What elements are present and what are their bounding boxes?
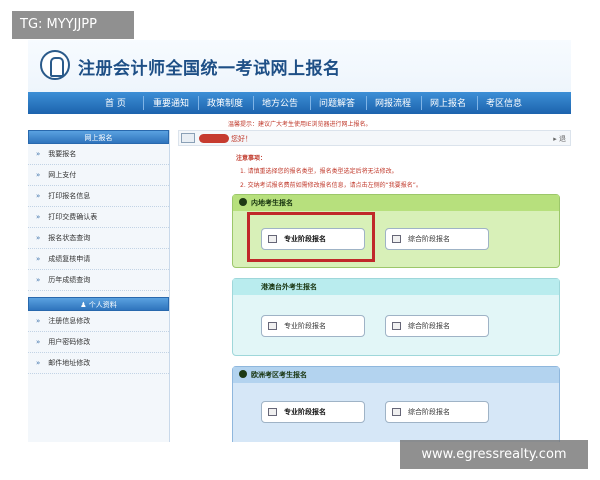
panel-europe: 欧洲考区考生报名 专业阶段报名 综合阶段报名 bbox=[232, 366, 560, 442]
sidebar-item-change-email[interactable]: » 邮件地址修改 bbox=[28, 353, 169, 374]
sidebar-item-print-registration[interactable]: » 打印报名信息 bbox=[28, 186, 169, 207]
sidebar-item-score-review[interactable]: » 成绩复核申请 bbox=[28, 249, 169, 270]
sidebar-section-profile: ♟ 个人资料 bbox=[28, 297, 169, 311]
nav-divider bbox=[198, 96, 199, 110]
sidebar-item-edit-registration[interactable]: » 注册信息修改 bbox=[28, 311, 169, 332]
nav-local-announcements[interactable]: 地方公告 bbox=[262, 96, 298, 109]
professional-stage-button[interactable]: 专业阶段报名 bbox=[261, 401, 365, 423]
user-icon: ♟ bbox=[80, 301, 89, 309]
form-icon bbox=[392, 235, 401, 243]
chevron-right-icon: » bbox=[36, 192, 41, 200]
chevron-right-icon: » bbox=[36, 359, 41, 367]
sidebar-item-score-history[interactable]: » 历年成绩查询 bbox=[28, 270, 169, 291]
tip-item: 2. 交纳考试报名费前如需修改报名信息，请点击左侧的“我要报名”。 bbox=[240, 182, 422, 189]
panel-title: 欧洲考区考生报名 bbox=[251, 371, 307, 379]
sidebar-item-label: 成绩复核申请 bbox=[48, 255, 91, 263]
sidebar-item-label: 历年成绩查询 bbox=[48, 276, 91, 284]
browser-notice: 温馨提示：建议广大考生使用IE浏览器进行网上报名。 bbox=[228, 121, 372, 128]
panel-mainland: 内地考生报名 专业阶段报名 综合阶段报名 bbox=[232, 194, 560, 268]
sidebar: 网上报名 » 我要报名 » 网上支付 » 打印报名信息 » 打印交费确认表 » 报名状态查… bbox=[28, 130, 170, 442]
chevron-right-icon: » bbox=[36, 234, 41, 242]
site-header: 注册会计师全国统一考试网上报名 bbox=[28, 40, 571, 92]
site-title: 注册会计师全国统一考试网上报名 bbox=[78, 59, 341, 79]
nav-divider bbox=[477, 96, 478, 110]
greeting-bar: 您好！ ▸ 退 bbox=[178, 130, 571, 146]
sidebar-item-register[interactable]: » 我要报名 bbox=[28, 144, 169, 165]
nav-divider bbox=[253, 96, 254, 110]
sidebar-section-registration: 网上报名 bbox=[28, 130, 169, 144]
nav-home[interactable]: 首 页 bbox=[105, 96, 126, 109]
chevron-right-icon: » bbox=[36, 338, 41, 346]
sidebar-item-status-query[interactable]: » 报名状态查询 bbox=[28, 228, 169, 249]
chevron-right-icon: » bbox=[36, 255, 41, 263]
main-nav: 首 页 重要通知 政策制度 地方公告 问题解答 网报流程 网上报名 考区信息 bbox=[28, 92, 571, 114]
sidebar-item-label: 邮件地址修改 bbox=[48, 359, 91, 367]
comprehensive-stage-button[interactable]: 综合阶段报名 bbox=[385, 401, 489, 423]
button-label: 综合阶段报名 bbox=[408, 322, 450, 330]
user-card-icon bbox=[181, 133, 195, 143]
comprehensive-stage-button[interactable]: 综合阶段报名 bbox=[385, 315, 489, 337]
circle-arrow-icon bbox=[239, 370, 247, 378]
sidebar-item-print-payment-confirmation[interactable]: » 打印交费确认表 bbox=[28, 207, 169, 228]
sidebar-item-change-password[interactable]: » 用户密码修改 bbox=[28, 332, 169, 353]
sidebar-item-label: 网上支付 bbox=[48, 171, 77, 179]
button-label: 综合阶段报名 bbox=[408, 235, 450, 243]
sidebar-item-label: 用户密码修改 bbox=[48, 338, 91, 346]
sidebar-item-label: 我要报名 bbox=[48, 150, 77, 158]
sidebar-item-label: 报名状态查询 bbox=[48, 234, 91, 242]
nav-process[interactable]: 网报流程 bbox=[375, 96, 411, 109]
sidebar-section-label: 个人资料 bbox=[88, 301, 117, 309]
panel-header: 港澳台外考生报名 bbox=[233, 279, 559, 295]
button-label: 专业阶段报名 bbox=[284, 408, 326, 416]
logout-link[interactable]: ▸ 退 bbox=[553, 134, 566, 144]
nav-exam-area-info[interactable]: 考区信息 bbox=[486, 96, 522, 109]
nav-notices[interactable]: 重要通知 bbox=[153, 96, 189, 109]
watermark-bottom-right: www.egressrealty.com bbox=[400, 440, 588, 469]
sidebar-item-label: 打印交费确认表 bbox=[48, 213, 98, 221]
cicpa-logo-icon bbox=[40, 50, 70, 80]
nav-online-registration[interactable]: 网上报名 bbox=[430, 96, 466, 109]
nav-faq[interactable]: 问题解答 bbox=[319, 96, 355, 109]
panel-header: 欧洲考区考生报名 bbox=[233, 367, 559, 383]
panel-title: 内地考生报名 bbox=[251, 199, 293, 207]
nav-divider bbox=[366, 96, 367, 110]
watermark-top-left: TG: MYYJJPP bbox=[12, 11, 134, 39]
chevron-right-icon: » bbox=[36, 150, 41, 158]
panel-hk-macao-taiwan-foreign: 港澳台外考生报名 专业阶段报名 综合阶段报名 bbox=[232, 278, 560, 356]
button-label: 综合阶段报名 bbox=[408, 408, 450, 416]
professional-stage-button[interactable]: 专业阶段报名 bbox=[261, 315, 365, 337]
panel-header: 内地考生报名 bbox=[233, 195, 559, 211]
sidebar-item-label: 注册信息修改 bbox=[48, 317, 91, 325]
sidebar-item-online-payment[interactable]: » 网上支付 bbox=[28, 165, 169, 186]
circle-arrow-icon bbox=[239, 198, 247, 206]
highlight-box bbox=[247, 212, 375, 262]
greeting-text: 您好！ bbox=[231, 135, 252, 143]
page: 注册会计师全国统一考试网上报名 首 页 重要通知 政策制度 地方公告 问题解答 … bbox=[0, 0, 600, 480]
screenshot-frame: 注册会计师全国统一考试网上报名 首 页 重要通知 政策制度 地方公告 问题解答 … bbox=[28, 40, 571, 442]
tips-title: 注意事项： bbox=[236, 155, 267, 162]
sidebar-item-label: 打印报名信息 bbox=[48, 192, 91, 200]
chevron-right-icon: » bbox=[36, 317, 41, 325]
nav-divider bbox=[421, 96, 422, 110]
chevron-right-icon: » bbox=[36, 276, 41, 284]
nav-policy[interactable]: 政策制度 bbox=[207, 96, 243, 109]
chevron-right-icon: » bbox=[36, 171, 41, 179]
tip-item: 1. 请慎重选择您的报名类型，报名类型选定后将无法修改。 bbox=[240, 168, 398, 175]
form-icon bbox=[392, 322, 401, 330]
button-label: 专业阶段报名 bbox=[284, 322, 326, 330]
chevron-right-icon: » bbox=[36, 213, 41, 221]
comprehensive-stage-button[interactable]: 综合阶段报名 bbox=[385, 228, 489, 250]
form-icon bbox=[268, 408, 277, 416]
nav-divider bbox=[310, 96, 311, 110]
form-icon bbox=[392, 408, 401, 416]
redacted-name bbox=[199, 134, 229, 143]
nav-divider bbox=[143, 96, 144, 110]
form-icon bbox=[268, 322, 277, 330]
